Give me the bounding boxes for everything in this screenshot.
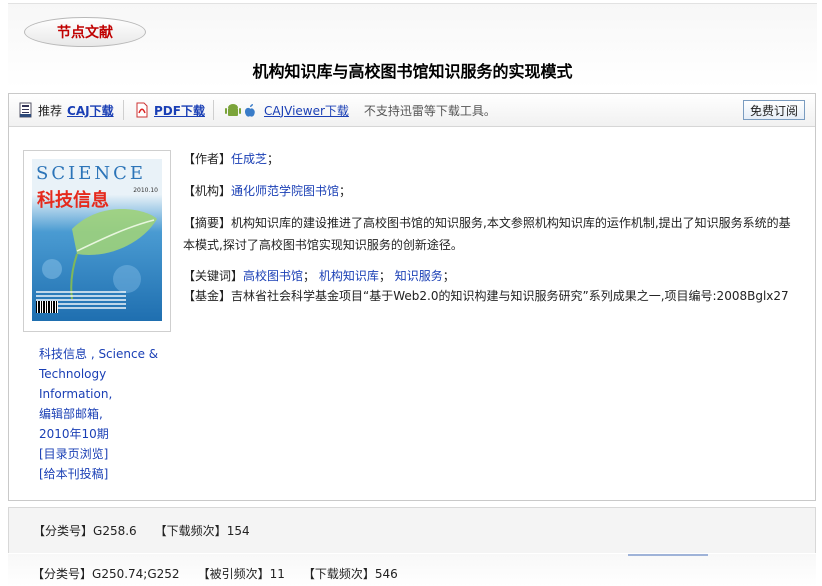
- barcode-icon: [36, 301, 58, 313]
- author-link[interactable]: 任成芝: [231, 152, 267, 166]
- keyword-link[interactable]: 知识服务: [395, 269, 443, 283]
- keyword-link[interactable]: 机构知识库: [319, 269, 379, 283]
- divider: [628, 554, 708, 556]
- cited-count-label: 【被引频次】: [197, 567, 270, 581]
- class-value: G250.74;G252: [92, 567, 180, 581]
- mobile-platform-icons: [225, 104, 255, 117]
- document-icon: [19, 102, 32, 118]
- journal-issue[interactable]: 2010年10期: [39, 424, 159, 444]
- keyword-separator: ；: [303, 269, 316, 283]
- pdf-download-group: PDF下载: [135, 94, 205, 126]
- toolbar-divider: [213, 100, 214, 120]
- journal-name-line[interactable]: Technology: [39, 364, 159, 384]
- android-icon: [225, 104, 241, 116]
- recommend-label: 推荐: [38, 103, 63, 118]
- author-label: 【作者】: [183, 152, 232, 166]
- caj-download-link[interactable]: CAJ下载: [67, 102, 114, 119]
- keyword-link[interactable]: 高校图书馆: [243, 269, 303, 283]
- abstract-label: 【摘要】: [183, 216, 232, 230]
- pdf-icon: [136, 102, 148, 118]
- cajviewer-download-group: CAJViewer下载 不支持迅雷等下载工具。: [225, 94, 496, 126]
- download-count-label: 【下载频次】: [154, 524, 227, 538]
- cited-count-value: 11: [269, 567, 285, 581]
- journal-name-link[interactable]: 科技信息 , Science &: [39, 344, 159, 364]
- org-link[interactable]: 通化师范学院图书馆: [231, 184, 339, 198]
- cover-image: SCIENCE 科技信息 2010.10: [32, 159, 162, 321]
- cajviewer-download-link[interactable]: CAJViewer下载: [264, 102, 349, 119]
- author-row: 【作者】任成芝；: [183, 148, 279, 170]
- abstract-row: 【摘要】机构知识库的建设推进了高校图书馆的知识服务,本文参照机构知识库的运作机制…: [183, 212, 791, 256]
- org-label: 【机构】: [183, 184, 232, 198]
- org-separator: ；: [339, 184, 352, 198]
- author-separator: ；: [267, 152, 280, 166]
- download-count-value: 546: [374, 567, 398, 581]
- journal-cover[interactable]: SCIENCE 科技信息 2010.10: [23, 150, 171, 332]
- class-label: 【分类号】: [33, 524, 94, 538]
- download-tool-note: 不支持迅雷等下载工具。: [363, 103, 496, 118]
- toolbar-divider: [123, 100, 124, 120]
- abstract-text: 机构知识库的建设推进了高校图书馆的知识服务,本文参照机构知识库的运作机制,提出了…: [183, 216, 791, 252]
- class-cited-download-line: 【分类号】G250.74;G252 【被引频次】11 【下载频次】546: [32, 565, 398, 582]
- keywords-row: 【关键词】高校图书馆； 机构知识库； 知识服务；: [183, 265, 455, 287]
- download-toolbar: 推荐 CAJ下载 PDF下载 CAJViewer下载 不支持迅雷等下载工具。 免…: [9, 94, 815, 127]
- caj-download-group: 推荐 CAJ下载: [19, 94, 114, 126]
- class-value: G258.6: [93, 524, 137, 538]
- toc-browse-link[interactable]: [目录页浏览]: [39, 444, 159, 464]
- apple-icon: [245, 104, 255, 117]
- download-count-label: 【下载频次】: [302, 567, 375, 581]
- keywords-label: 【关键词】: [183, 269, 244, 283]
- class-download-line: 【分类号】G258.6 【下载频次】154: [33, 522, 250, 539]
- fund-label: 【基金】: [183, 289, 232, 303]
- fund-row: 【基金】吉林省社会科学基金项目“基于Web2.0的知识构建与知识服务研究”系列成…: [183, 285, 789, 307]
- document-panel: 推荐 CAJ下载 PDF下载 CAJViewer下载 不支持迅雷等下载工具。 免…: [8, 93, 816, 501]
- editorial-email[interactable]: 编辑部邮箱,: [39, 404, 159, 424]
- related-article-info-2: 【分类号】G250.74;G252 【被引频次】11 【下载频次】546: [8, 554, 816, 586]
- node-document-badge: 节点文献: [24, 17, 146, 47]
- keyword-separator: ；: [442, 269, 455, 283]
- journal-name-line[interactable]: Information,: [39, 384, 159, 404]
- page-header: 节点文献 机构知识库与高校图书馆知识服务的实现模式: [8, 3, 817, 88]
- org-row: 【机构】通化师范学院图书馆；: [183, 180, 351, 202]
- download-count-value: 154: [226, 524, 250, 538]
- related-article-info: 【分类号】G258.6 【下载频次】154: [8, 507, 816, 553]
- keyword-separator: ；: [378, 269, 391, 283]
- submit-paper-link[interactable]: [给本刊投稿]: [39, 464, 159, 484]
- fund-text: 吉林省社会科学基金项目“基于Web2.0的知识构建与知识服务研究”系列成果之一,…: [231, 289, 789, 303]
- pdf-download-link[interactable]: PDF下载: [154, 102, 205, 119]
- class-label: 【分类号】: [32, 567, 93, 581]
- page-title: 机构知识库与高校图书馆知识服务的实现模式: [252, 62, 573, 81]
- node-document-label: 节点文献: [57, 25, 113, 41]
- free-subscribe-button[interactable]: 免费订阅: [743, 100, 805, 120]
- journal-info: 科技信息 , Science & Technology Information,…: [39, 344, 159, 484]
